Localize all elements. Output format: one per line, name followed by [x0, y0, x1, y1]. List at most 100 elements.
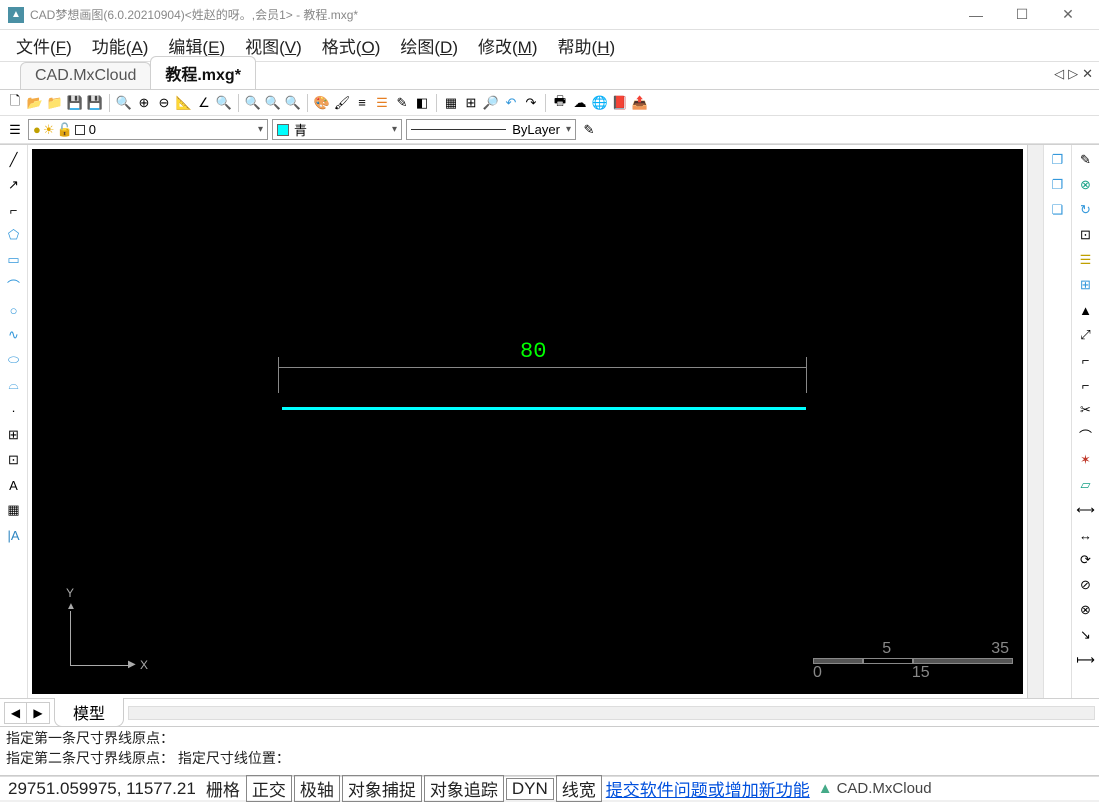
scale-icon[interactable]: ⤢ [1077, 326, 1095, 344]
zoom-window-icon[interactable]: 🔍 [115, 94, 133, 112]
circle-icon[interactable]: ○ [5, 301, 23, 319]
hatch-icon[interactable]: ▦ [5, 501, 23, 519]
rotate-icon[interactable]: ▲ [1077, 301, 1095, 319]
properties-icon[interactable]: ⊞ [462, 94, 480, 112]
move-icon[interactable]: ⊞ [1077, 276, 1095, 294]
fillet-icon[interactable]: ⌒ [1077, 426, 1095, 444]
menu-modify[interactable]: 修改(M) [468, 29, 548, 62]
explode-icon[interactable]: ✶ [1077, 451, 1095, 469]
menu-format[interactable]: 格式(O) [312, 29, 391, 62]
brush-icon[interactable]: 🖌 [333, 94, 351, 112]
break-icon[interactable]: ✂ [1077, 401, 1095, 419]
feedback-link[interactable]: 提交软件问题或增加新功能 [604, 776, 812, 801]
erase-icon[interactable]: ✎ [1077, 151, 1095, 169]
web-icon[interactable]: 🌐 [591, 94, 609, 112]
doc-tab-cloud[interactable]: CAD.MxCloud [20, 62, 151, 89]
dyn-toggle[interactable]: DYN [506, 778, 554, 800]
line-icon[interactable]: ╱ [5, 151, 23, 169]
linetype-icon[interactable]: ≡ [353, 94, 371, 112]
ellipse-icon[interactable]: ⬭ [5, 351, 23, 369]
array-icon[interactable]: ☰ [1077, 251, 1095, 269]
grid-label[interactable]: 栅格 [202, 776, 244, 801]
print-icon[interactable]: 🖶 [551, 94, 569, 112]
copy-layer-icon[interactable]: ❐ [1049, 151, 1067, 169]
extend-icon[interactable]: ⌐ [1077, 376, 1095, 394]
zoom-prev-icon[interactable]: 🔍 [244, 94, 262, 112]
dim-diameter-icon[interactable]: ⊗ [1077, 601, 1095, 619]
polyline-icon[interactable]: ⌐ [5, 201, 23, 219]
cloud-icon[interactable]: ☁ [571, 94, 589, 112]
layer-manager-icon[interactable]: ☰ [6, 121, 24, 139]
layer-state-icon[interactable]: ❏ [1049, 201, 1067, 219]
zoom-out-icon[interactable]: ⊖ [155, 94, 173, 112]
save-icon[interactable]: 💾 [66, 94, 84, 112]
otrack-toggle[interactable]: 对象追踪 [424, 775, 504, 802]
offset-icon[interactable]: ⊡ [1077, 226, 1095, 244]
maximize-button[interactable]: ☐ [999, 0, 1045, 30]
layout-next-button[interactable]: ▶ [27, 703, 49, 723]
menu-help[interactable]: 帮助(H) [548, 29, 626, 62]
spline-icon[interactable]: ∿ [5, 326, 23, 344]
pen-icon[interactable]: ✎ [393, 94, 411, 112]
ellipse-arc-icon[interactable]: ⌓ [5, 376, 23, 394]
xline-icon[interactable]: ↗ [5, 176, 23, 194]
color-icon[interactable]: 🎨 [313, 94, 331, 112]
pdf-icon[interactable]: 📕 [611, 94, 629, 112]
save-as-icon[interactable]: 💾 [86, 94, 104, 112]
menu-function[interactable]: 功能(A) [82, 29, 159, 62]
zoom-realtime-icon[interactable]: 🔍 [284, 94, 302, 112]
minimize-button[interactable]: — [953, 0, 999, 30]
dim-radius-icon[interactable]: ⊘ [1077, 576, 1095, 594]
paste-layer-icon[interactable]: ❐ [1049, 176, 1067, 194]
angle-icon[interactable]: ∠ [195, 94, 213, 112]
dim-aligned-icon[interactable]: ↔ [1077, 526, 1095, 544]
close-button[interactable]: ✕ [1045, 0, 1091, 30]
zoom-extents-icon[interactable]: 🔍 [215, 94, 233, 112]
measure-icon[interactable]: 📐 [175, 94, 193, 112]
layout-prev-button[interactable]: ◀ [5, 703, 27, 723]
chamfer-icon[interactable]: ▱ [1077, 476, 1095, 494]
linetype-dropdown[interactable]: ByLayer ▾ [406, 119, 576, 140]
vertical-scrollbar[interactable] [1027, 145, 1043, 698]
mirror-icon[interactable]: ↻ [1077, 201, 1095, 219]
layer-dropdown[interactable]: ● ☀ 🔓 0 ▾ [28, 119, 268, 140]
arc-icon[interactable]: ⌒ [5, 276, 23, 294]
block-icon[interactable]: ⊞ [5, 426, 23, 444]
dim-baseline-icon[interactable]: ⟼ [1077, 651, 1095, 669]
lineweight-icon[interactable]: ✎ [580, 121, 598, 139]
layers-icon[interactable]: ☰ [373, 94, 391, 112]
tab-prev-icon[interactable]: ◁ [1054, 66, 1064, 82]
doc-tab-tutorial[interactable]: 教程.mxg* [150, 56, 256, 89]
zoom-all-icon[interactable]: 🔍 [264, 94, 282, 112]
dim-angular-icon[interactable]: ⟳ [1077, 551, 1095, 569]
osnap-toggle[interactable]: 对象捕捉 [342, 775, 422, 802]
insert-icon[interactable]: ⊡ [5, 451, 23, 469]
menu-file[interactable]: 文件(F) [6, 29, 82, 62]
new-file-icon[interactable]: 🗋 [6, 94, 24, 112]
leader-icon[interactable]: ↘ [1077, 626, 1095, 644]
eraser-icon[interactable]: ◧ [413, 94, 431, 112]
open-folder-icon[interactable]: 📁 [46, 94, 64, 112]
undo-icon[interactable]: ↶ [502, 94, 520, 112]
rectangle-icon[interactable]: ▭ [5, 251, 23, 269]
tab-next-icon[interactable]: ▷ [1068, 66, 1078, 82]
find-icon[interactable]: 🔎 [482, 94, 500, 112]
open-file-icon[interactable]: 📂 [26, 94, 44, 112]
mtext-icon[interactable]: |A [5, 526, 23, 544]
model-tab[interactable]: 模型 [54, 698, 124, 727]
tab-close-icon[interactable]: ✕ [1082, 66, 1093, 82]
color-dropdown[interactable]: 青 ▾ [272, 119, 402, 140]
redo-icon[interactable]: ↷ [522, 94, 540, 112]
polar-toggle[interactable]: 极轴 [294, 775, 340, 802]
dim-linear-icon[interactable]: ⟷ [1077, 501, 1095, 519]
export-icon[interactable]: 📤 [631, 94, 649, 112]
horizontal-scrollbar[interactable] [128, 706, 1095, 720]
zoom-in-icon[interactable]: ⊕ [135, 94, 153, 112]
menu-draw[interactable]: 绘图(D) [390, 29, 468, 62]
palette-icon[interactable]: ▦ [442, 94, 460, 112]
polygon-icon[interactable]: ⬠ [5, 226, 23, 244]
trim-icon[interactable]: ⌐ [1077, 351, 1095, 369]
lineweight-toggle[interactable]: 线宽 [556, 775, 602, 802]
ortho-toggle[interactable]: 正交 [246, 775, 292, 802]
text-icon[interactable]: A [5, 476, 23, 494]
